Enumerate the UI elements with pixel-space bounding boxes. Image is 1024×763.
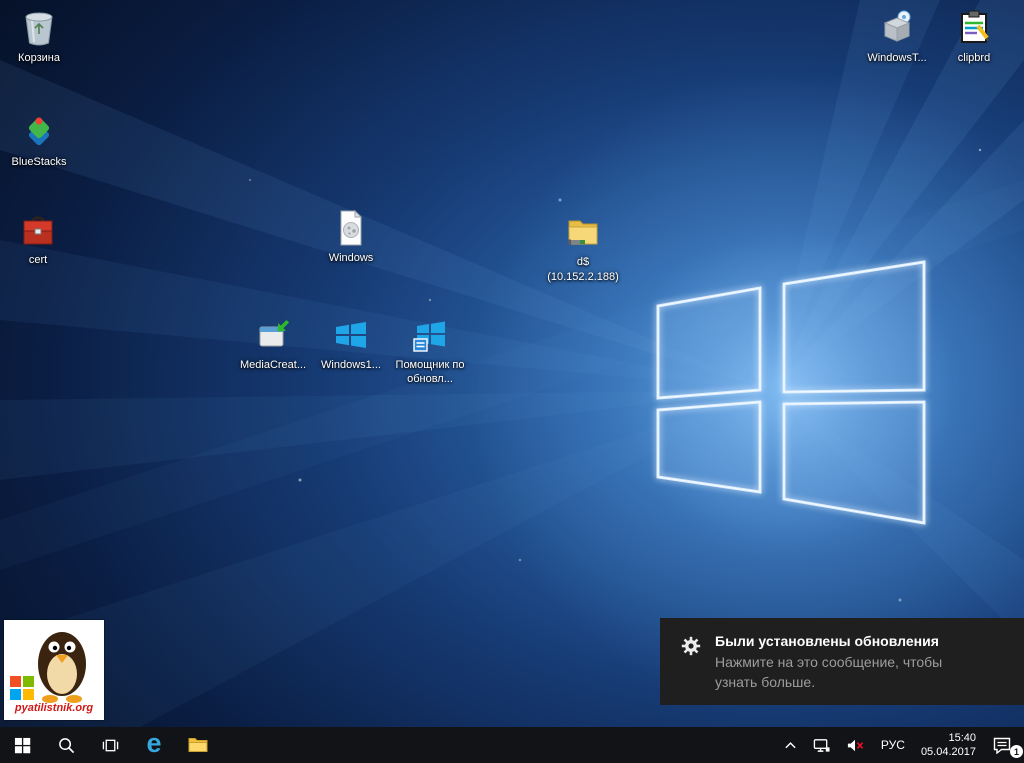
toast-title: Были установлены обновления — [715, 633, 967, 649]
speaker-muted-icon — [846, 738, 865, 753]
windows-start-icon — [14, 737, 31, 754]
search-icon — [58, 737, 75, 754]
network-status[interactable] — [805, 727, 838, 763]
clock-time: 15:40 — [948, 731, 976, 745]
task-view-icon — [102, 737, 119, 754]
desktop-icon-windows10[interactable]: Windows1... — [313, 315, 389, 372]
desktop-icon-label: WindowsT... — [867, 51, 926, 65]
windows-desktop-screen: { "desktop": { "icons": [ {"label": "Кор… — [0, 0, 1024, 763]
recycle-bin-icon — [19, 8, 59, 48]
bluestacks-icon — [19, 112, 59, 152]
folder-icon — [188, 737, 208, 753]
toolbox-icon — [18, 210, 58, 250]
document-icon — [331, 208, 371, 248]
toast-body: Нажмите на это сообщение, чтобы узнать б… — [715, 653, 967, 692]
desktop-icon-label: Помощник по обновл... — [393, 358, 467, 387]
windows-flag-icon — [331, 315, 371, 355]
gear-icon — [680, 635, 702, 657]
language-indicator[interactable]: РУС — [873, 727, 913, 763]
desktop-icon-label: Корзина — [18, 51, 60, 65]
update-notification-toast[interactable]: Были установлены обновления Нажмите на э… — [660, 618, 1024, 705]
desktop-icon-label: Windows1... — [321, 358, 381, 372]
chevron-up-icon — [784, 740, 797, 750]
desktop-icon-bluestacks[interactable]: BlueStacks — [1, 112, 77, 169]
start-button[interactable] — [0, 727, 44, 763]
desktop-icon-label: Windows — [329, 251, 374, 265]
tray-overflow-button[interactable] — [776, 727, 805, 763]
file-explorer-button[interactable] — [176, 727, 220, 763]
edge-button[interactable]: e — [132, 727, 176, 763]
volume-muted[interactable] — [838, 727, 873, 763]
clock-date: 05.04.2017 — [921, 745, 976, 759]
desktop-icon-recycle-bin[interactable]: Корзина — [1, 8, 77, 65]
desktop-icon-cert[interactable]: cert — [0, 210, 76, 267]
windows-flag-small-icon — [410, 315, 450, 355]
task-view-button[interactable] — [88, 727, 132, 763]
toast-text: Были установлены обновления Нажмите на э… — [715, 633, 967, 705]
taskbar: e РУС 15:40 — [0, 727, 1024, 763]
notification-count-badge: 1 — [1010, 745, 1023, 758]
site-logo: pyatilistnik.org — [4, 620, 104, 720]
edge-icon: e — [146, 730, 161, 757]
desktop-icon-windows-tools[interactable]: WindowsT... — [859, 8, 935, 65]
desktop-icon-label: d$ — [577, 255, 589, 269]
desktop-icon-media-creation[interactable]: MediaCreat... — [235, 315, 311, 372]
desktop-icon-windows-file[interactable]: Windows — [313, 208, 389, 265]
network-icon — [813, 737, 830, 753]
desktop-icon-clipbrd[interactable]: clipbrd — [936, 8, 1012, 65]
desktop-icon-label: clipbrd — [958, 51, 990, 65]
action-center-button[interactable]: 1 — [984, 727, 1024, 763]
desktop-icon-label: MediaCreat... — [240, 358, 306, 372]
desktop-icon-label: BlueStacks — [11, 155, 66, 169]
desktop-icon-d-share[interactable]: d$ (10.152.2.188) — [545, 212, 621, 285]
site-logo-text: pyatilistnik.org — [15, 702, 93, 714]
desktop-icon-sublabel: (10.152.2.188) — [547, 270, 619, 284]
action-center-icon — [992, 736, 1012, 754]
desktop-icon-label: cert — [29, 253, 47, 267]
media-creation-icon — [253, 315, 293, 355]
clock[interactable]: 15:40 05.04.2017 — [913, 727, 984, 763]
penguin-logo-image — [4, 620, 104, 704]
shared-folder-icon — [563, 212, 603, 252]
desktop-icon-upgrade-assistant[interactable]: Помощник по обновл... — [392, 315, 468, 387]
system-tray: РУС 15:40 05.04.2017 1 — [776, 727, 1024, 763]
desktop: Корзина WindowsT... — [0, 0, 1024, 727]
installer-box-icon — [877, 8, 917, 48]
search-button[interactable] — [44, 727, 88, 763]
clipboard-icon — [954, 8, 994, 48]
